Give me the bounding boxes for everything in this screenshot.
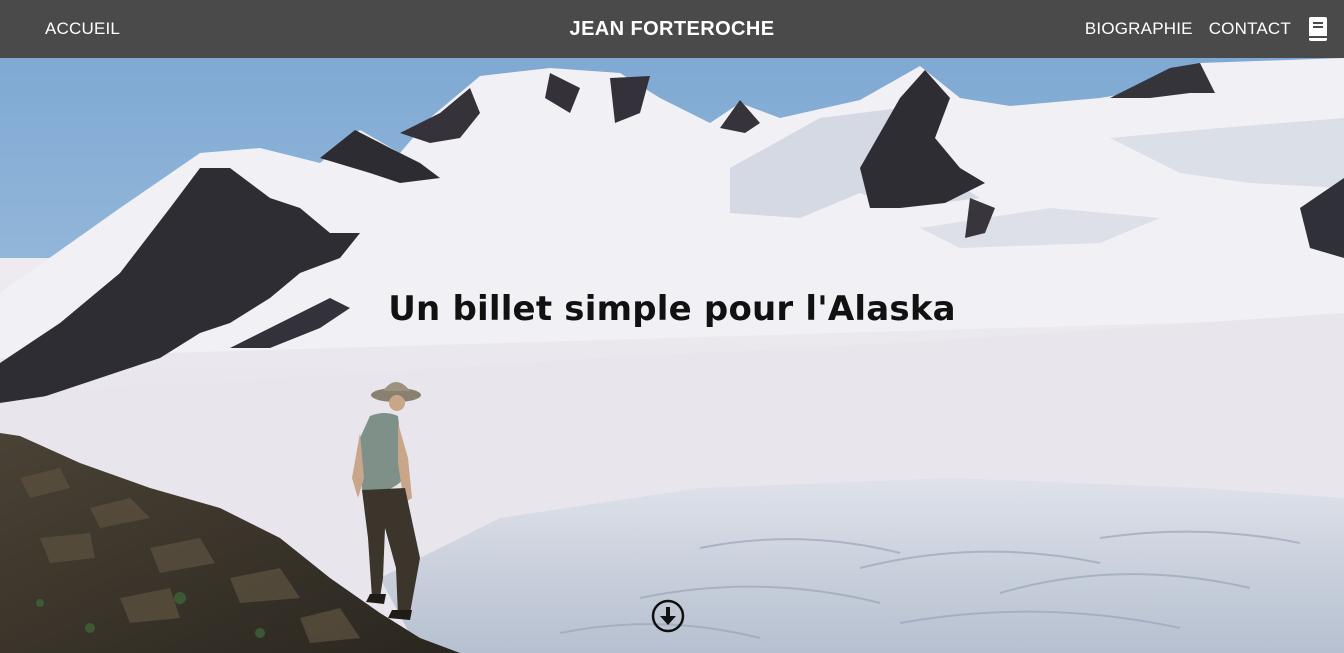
- arrow-down-circle-icon[interactable]: [651, 599, 685, 633]
- hero-background-image: [0, 58, 1344, 653]
- hero-section: Un billet simple pour l'Alaska: [0, 58, 1344, 653]
- nav-biography-link[interactable]: BIOGRAPHIE: [1085, 19, 1193, 39]
- top-navbar: ACCUEIL JEAN FORTEROCHE BIOGRAPHIE CONTA…: [0, 0, 1344, 58]
- nav-right: BIOGRAPHIE CONTACT: [1085, 0, 1329, 58]
- nav-home-link[interactable]: ACCUEIL: [45, 19, 120, 39]
- nav-left: ACCUEIL: [45, 0, 120, 58]
- nav-contact-link[interactable]: CONTACT: [1209, 19, 1291, 39]
- book-icon[interactable]: [1307, 16, 1329, 42]
- page: ACCUEIL JEAN FORTEROCHE BIOGRAPHIE CONTA…: [0, 0, 1344, 653]
- hero-title: Un billet simple pour l'Alaska: [388, 288, 956, 329]
- site-brand[interactable]: JEAN FORTEROCHE: [570, 18, 775, 41]
